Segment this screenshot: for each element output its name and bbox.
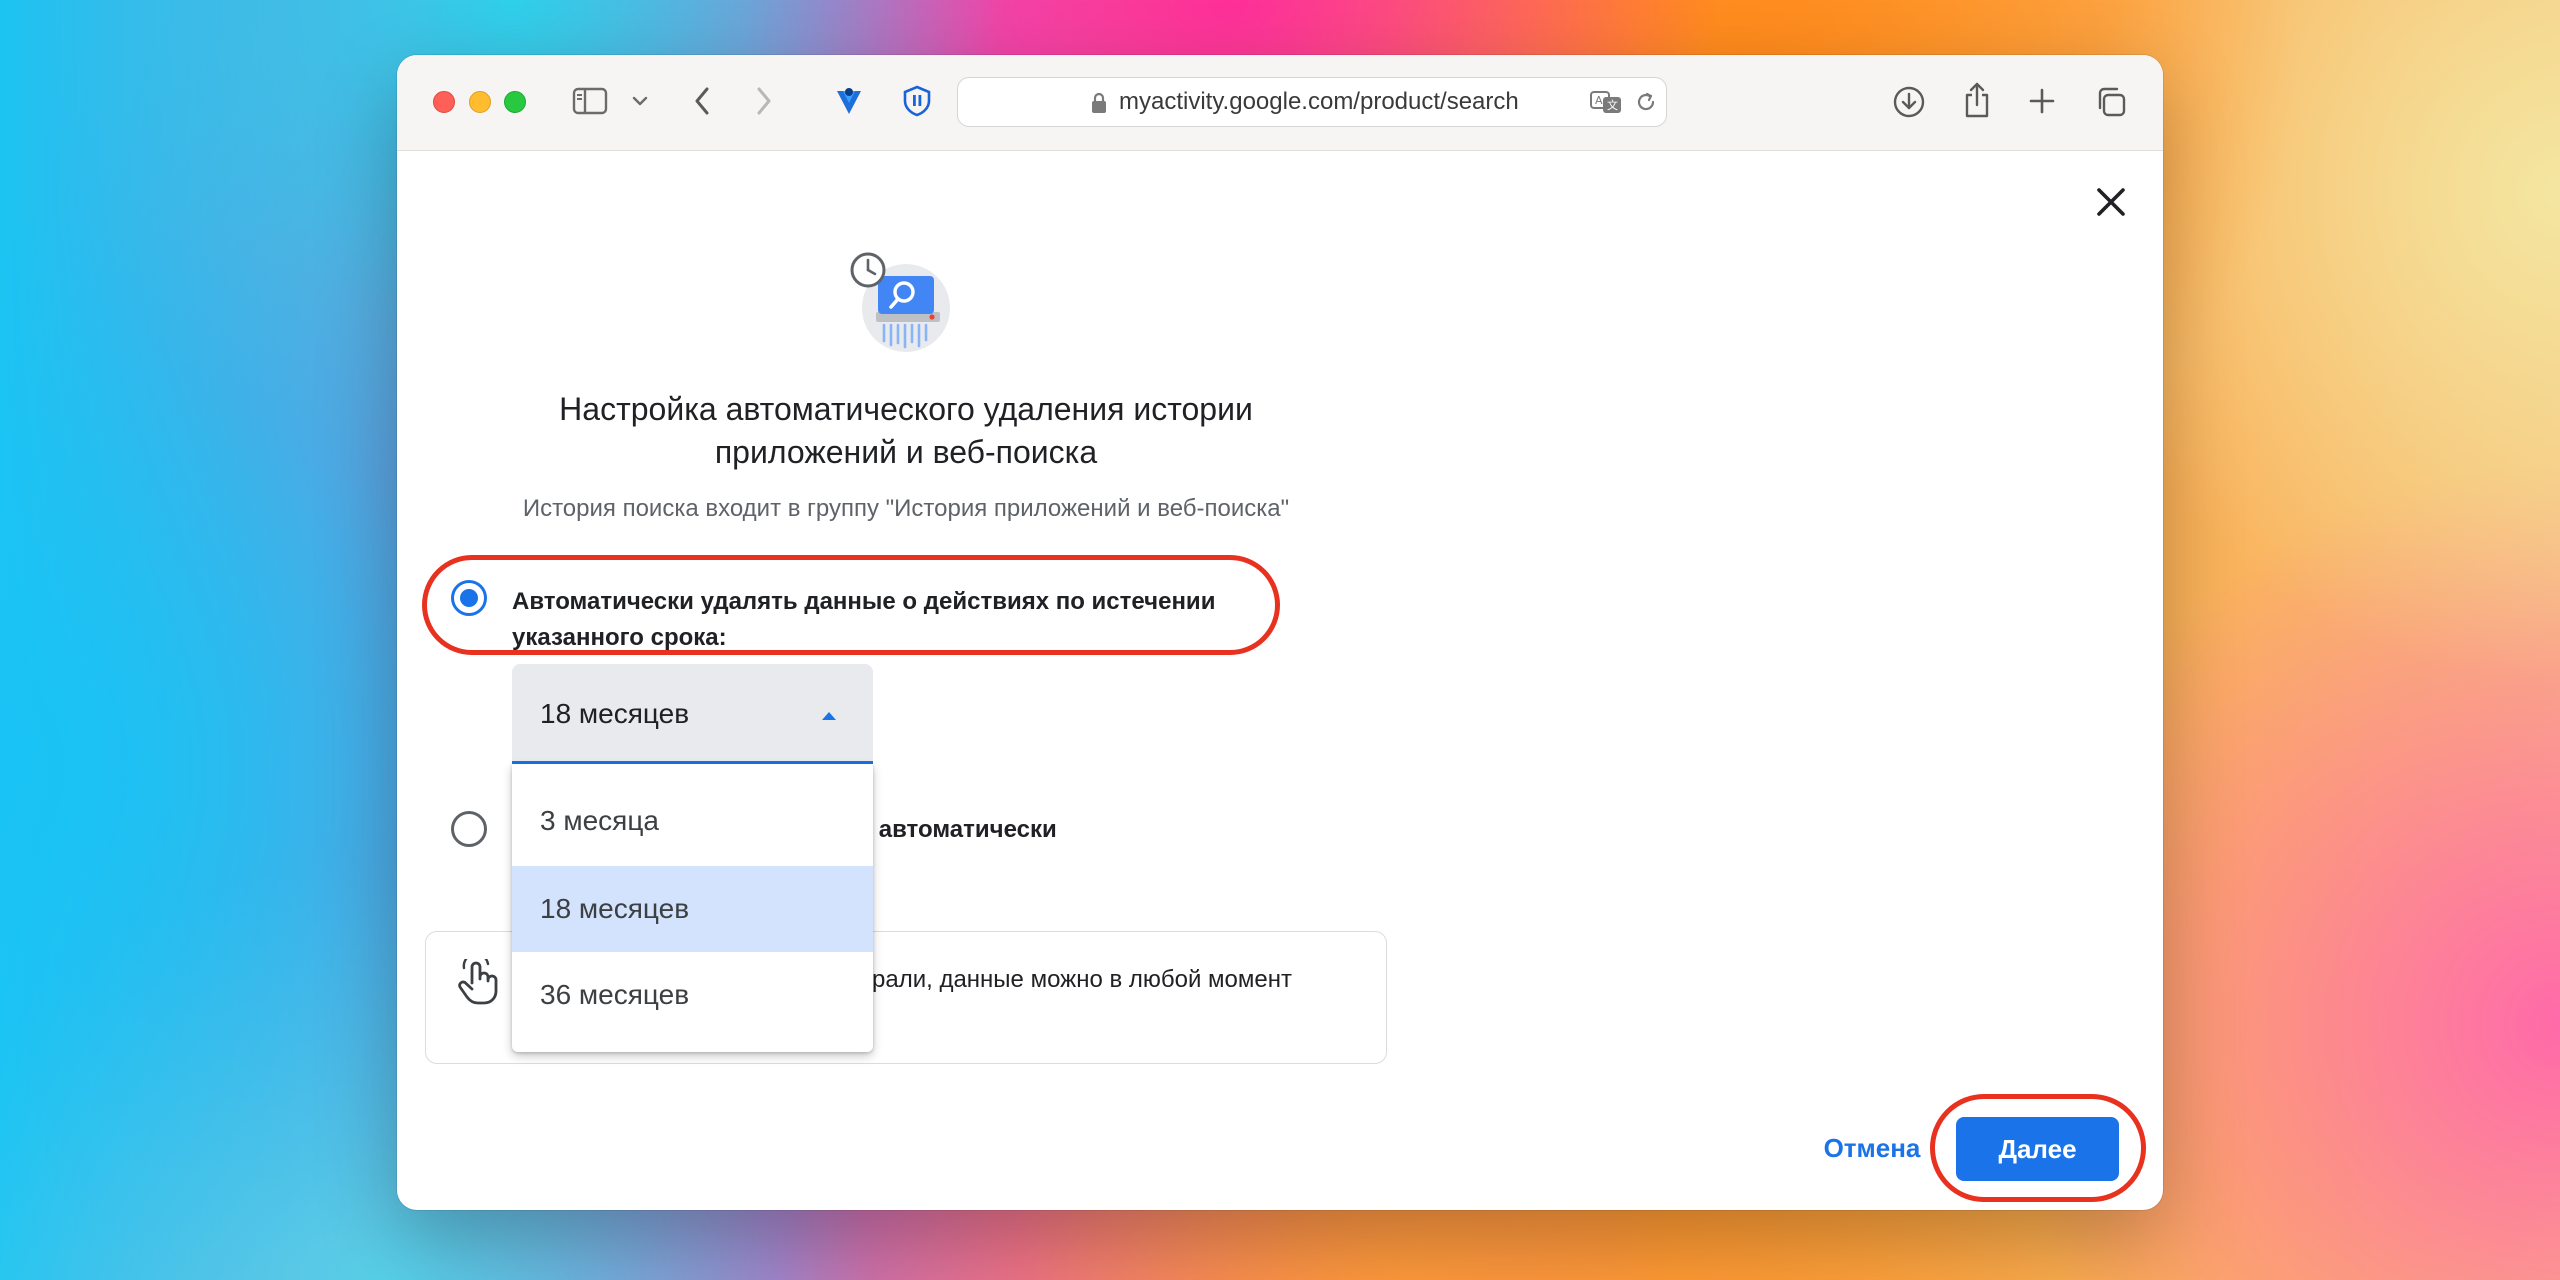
period-dropdown-menu: 3 месяца 18 месяцев 36 месяцев bbox=[512, 764, 873, 1052]
dialog-title: Настройка автоматического удаления истор… bbox=[559, 391, 1253, 470]
option-auto-delete-label[interactable]: Автоматически удалять данные о действиях… bbox=[512, 584, 1272, 656]
chevron-down-icon[interactable] bbox=[628, 92, 652, 110]
new-tab-icon[interactable] bbox=[2026, 85, 2058, 117]
radio-auto-delete[interactable] bbox=[451, 580, 487, 616]
sidebar-toggle-icon[interactable] bbox=[572, 86, 608, 116]
extension-icon[interactable] bbox=[832, 84, 866, 118]
close-icon[interactable] bbox=[2091, 182, 2131, 222]
share-icon[interactable] bbox=[1960, 80, 1994, 120]
dropdown-option-3-months[interactable]: 3 месяца bbox=[512, 778, 873, 864]
translate-icon[interactable]: A文 bbox=[1588, 88, 1624, 116]
info-text: рали, данные можно в любой момент bbox=[872, 966, 1292, 993]
period-select-value[interactable]: 18 месяцев bbox=[540, 697, 689, 731]
cancel-button[interactable]: Отмена bbox=[1817, 1126, 1927, 1170]
next-button[interactable]: Далее bbox=[1956, 1117, 2119, 1181]
radio-no-auto-delete[interactable] bbox=[451, 811, 487, 847]
dropdown-option-36-months[interactable]: 36 месяцев bbox=[512, 952, 873, 1038]
dropdown-option-18-months[interactable]: 18 месяцев bbox=[512, 866, 873, 952]
forward-arrow-icon[interactable] bbox=[752, 84, 776, 118]
url-text[interactable]: myactivity.google.com/product/search bbox=[1119, 86, 1519, 118]
download-icon[interactable] bbox=[1891, 84, 1927, 120]
back-arrow-icon[interactable] bbox=[690, 84, 714, 118]
close-window-button[interactable] bbox=[433, 91, 455, 113]
option-no-auto-delete-label[interactable]: иях автоматически bbox=[830, 812, 1230, 848]
zoom-window-button[interactable] bbox=[504, 91, 526, 113]
svg-text:文: 文 bbox=[1607, 98, 1618, 112]
shield-icon[interactable] bbox=[899, 83, 935, 119]
caret-up-icon[interactable] bbox=[818, 708, 840, 722]
tab-overview-icon[interactable] bbox=[2093, 84, 2129, 120]
history-search-illustration bbox=[848, 250, 964, 356]
svg-text:A: A bbox=[1595, 94, 1603, 107]
lock-icon bbox=[1089, 91, 1109, 115]
minimize-window-button[interactable] bbox=[469, 91, 491, 113]
reload-icon[interactable] bbox=[1633, 88, 1659, 116]
hand-pointer-icon bbox=[456, 952, 500, 1005]
dialog-subtitle: История поиска входит в группу "История … bbox=[522, 495, 1290, 522]
